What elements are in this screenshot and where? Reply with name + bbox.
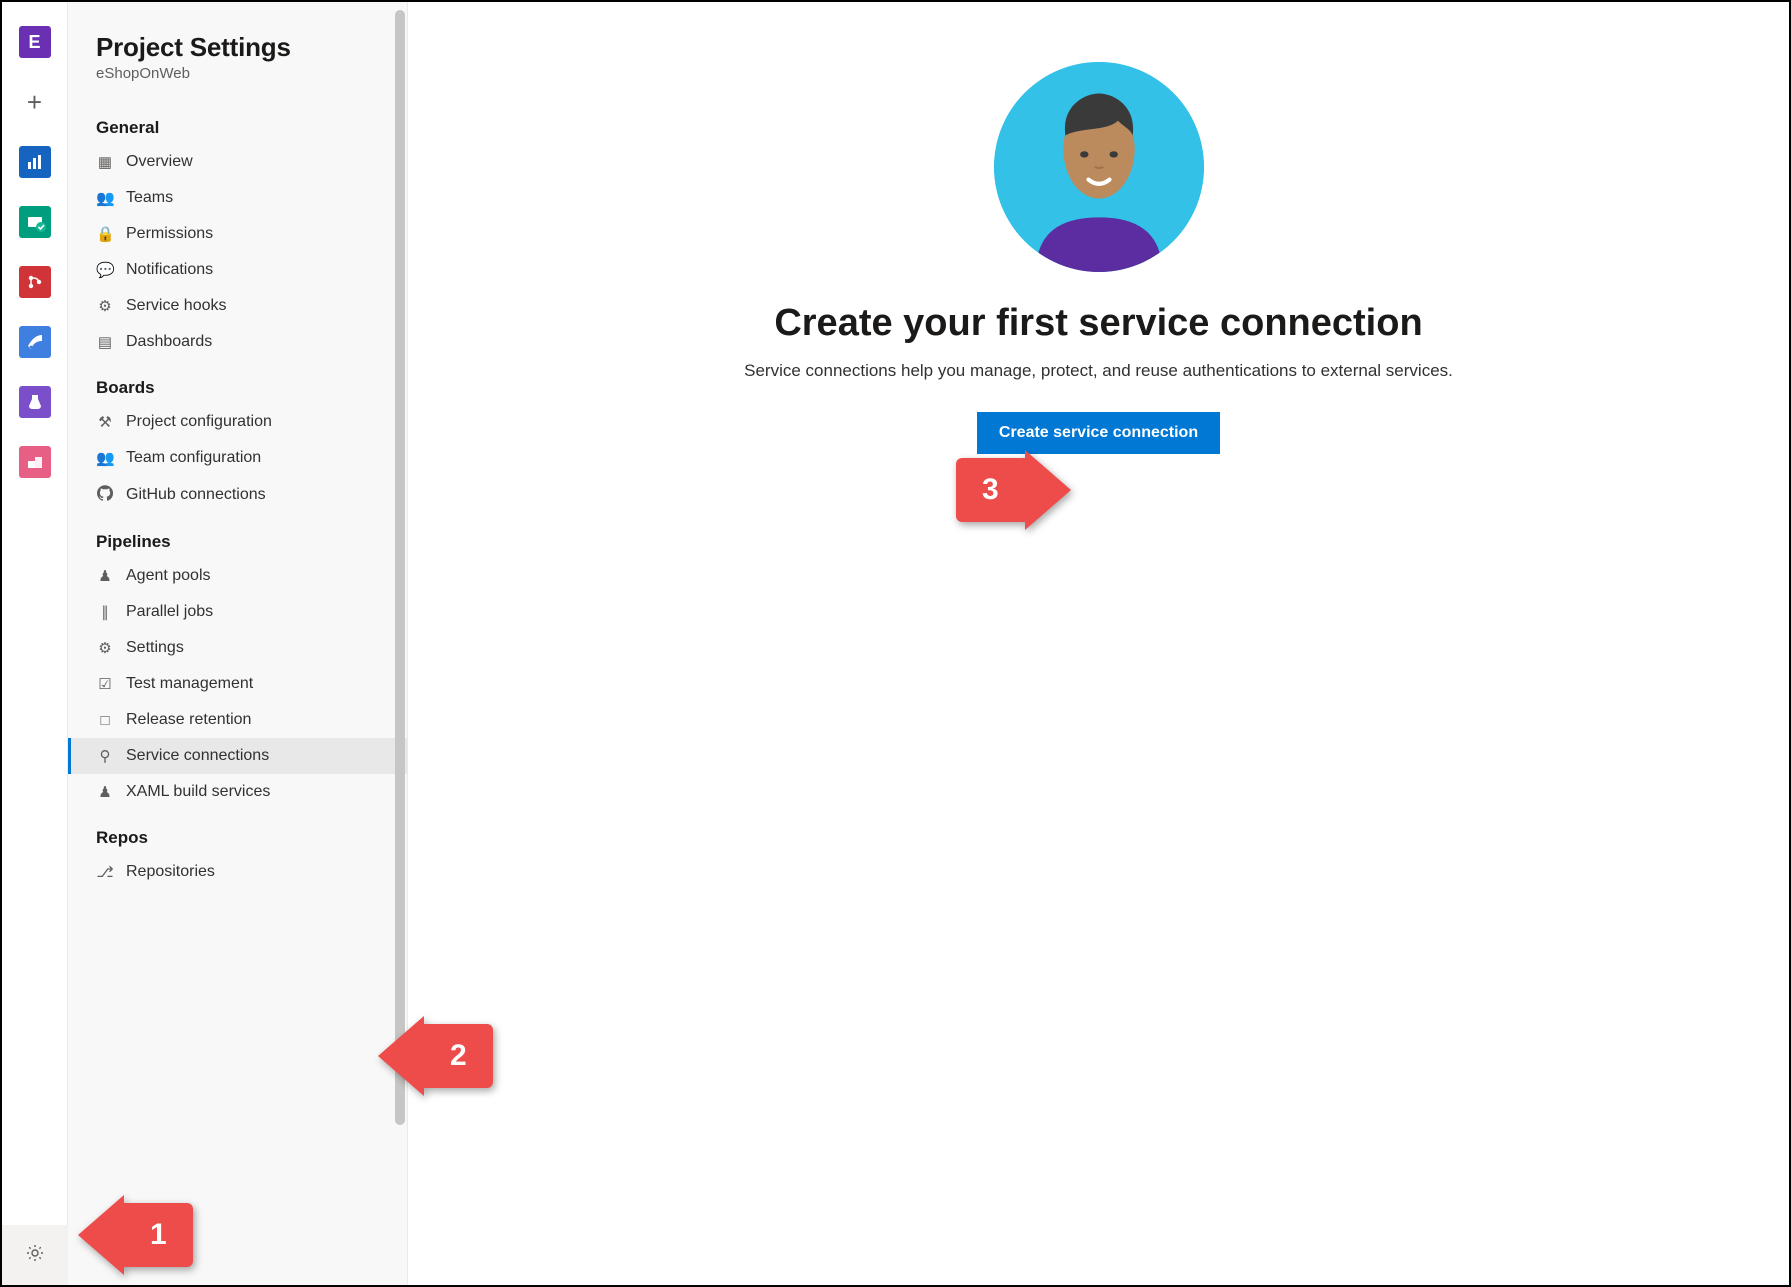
nav-label: Parallel jobs [126, 603, 213, 621]
callout-1-label: 1 [124, 1203, 193, 1267]
nav-teams[interactable]: 👥 Teams [68, 180, 407, 216]
settings-title: Project Settings [96, 32, 379, 63]
nav-permissions[interactable]: 🔒 Permissions [68, 216, 407, 252]
nav-label: Service connections [126, 747, 269, 765]
nav-label: Project configuration [126, 413, 272, 431]
main-content: Create your first service connection Ser… [408, 2, 1789, 1285]
dashboards-nav-icon: ▤ [96, 333, 114, 351]
nav-release-retention[interactable]: □ Release retention [68, 702, 407, 738]
section-repos: Repos [68, 810, 407, 854]
team-config-nav-icon: 👥 [96, 449, 114, 467]
callout-3: 3 [956, 450, 1071, 530]
permissions-nav-icon: 🔒 [96, 225, 114, 243]
nav-label: Settings [126, 639, 184, 657]
nav-label: Agent pools [126, 567, 211, 585]
nav-label: Overview [126, 153, 193, 171]
callout-1: 1 [78, 1195, 193, 1275]
github-nav-icon [96, 485, 114, 505]
pipelines-icon [19, 326, 51, 358]
nav-overview[interactable]: ▦ Overview [68, 144, 407, 180]
nav-notifications[interactable]: 💬 Notifications [68, 252, 407, 288]
nav-label: Release retention [126, 711, 251, 729]
nav-agent-pools[interactable]: ♟ Agent pools [68, 558, 407, 594]
nav-label: Permissions [126, 225, 213, 243]
rail-pipelines[interactable] [13, 320, 57, 364]
hero-title: Create your first service connection [774, 302, 1422, 345]
nav-parallel-jobs[interactable]: ∥ Parallel jobs [68, 594, 407, 630]
nav-service-hooks[interactable]: ⚙ Service hooks [68, 288, 407, 324]
section-general: General [68, 100, 407, 144]
service-hooks-nav-icon: ⚙ [96, 297, 114, 315]
nav-label: Service hooks [126, 297, 227, 315]
test-plans-icon [19, 386, 51, 418]
nav-label: GitHub connections [126, 486, 266, 504]
nav-service-connections[interactable]: ⚲ Service connections [68, 738, 407, 774]
nav-repositories[interactable]: ⎇ Repositories [68, 854, 407, 890]
nav-xaml-build-services[interactable]: ♟ XAML build services [68, 774, 407, 810]
artifacts-icon [19, 446, 51, 478]
rail-artifacts[interactable] [13, 440, 57, 484]
xaml-nav-icon: ♟ [96, 783, 114, 801]
nav-pipeline-settings[interactable]: ⚙ Settings [68, 630, 407, 666]
section-pipelines: Pipelines [68, 514, 407, 558]
callout-2-label: 2 [424, 1024, 493, 1088]
rail-overview[interactable] [13, 140, 57, 184]
repositories-nav-icon: ⎇ [96, 863, 114, 881]
pipeline-settings-nav-icon: ⚙ [96, 639, 114, 657]
rail-repos[interactable] [13, 260, 57, 304]
teams-nav-icon: 👥 [96, 189, 114, 207]
nav-test-management[interactable]: ☑ Test management [68, 666, 407, 702]
settings-subtitle: eShopOnWeb [96, 65, 379, 82]
repos-icon [19, 266, 51, 298]
nav-label: Teams [126, 189, 173, 207]
gear-icon [25, 1243, 45, 1268]
plus-icon: + [27, 87, 42, 118]
nav-team-configuration[interactable]: 👥 Team configuration [68, 440, 407, 476]
boards-icon [19, 206, 51, 238]
release-retention-nav-icon: □ [96, 712, 114, 729]
nav-label: Test management [126, 675, 253, 693]
nav-label: Notifications [126, 261, 213, 279]
nav-dashboards[interactable]: ▤ Dashboards [68, 324, 407, 360]
app-root: E + [2, 2, 1789, 1285]
callout-3-label: 3 [956, 458, 1025, 522]
parallel-jobs-nav-icon: ∥ [96, 603, 114, 621]
rail-add-button[interactable]: + [13, 80, 57, 124]
rail-project-settings[interactable] [2, 1225, 68, 1285]
nav-label: Team configuration [126, 449, 261, 467]
nav-github-connections[interactable]: GitHub connections [68, 476, 407, 514]
test-mgmt-nav-icon: ☑ [96, 675, 114, 693]
settings-panel: Project Settings eShopOnWeb General ▦ Ov… [68, 2, 408, 1285]
rail-boards[interactable] [13, 200, 57, 244]
overview-icon [19, 146, 51, 178]
nav-project-configuration[interactable]: ⚒ Project configuration [68, 404, 407, 440]
hero-description: Service connections help you manage, pro… [744, 359, 1453, 384]
arrow-left-icon [378, 1016, 424, 1096]
hero-avatar [994, 62, 1204, 272]
agent-pools-nav-icon: ♟ [96, 567, 114, 585]
project-initial-badge: E [19, 26, 51, 58]
rail-project-badge[interactable]: E [13, 20, 57, 64]
arrow-right-icon [1025, 450, 1071, 530]
settings-scroll[interactable]: Project Settings eShopOnWeb General ▦ Ov… [68, 2, 407, 1285]
section-boards: Boards [68, 360, 407, 404]
nav-label: XAML build services [126, 783, 270, 801]
arrow-left-icon [78, 1195, 124, 1275]
notifications-nav-icon: 💬 [96, 261, 114, 279]
settings-header: Project Settings eShopOnWeb [68, 32, 407, 100]
service-connections-nav-icon: ⚲ [96, 747, 114, 765]
nav-label: Dashboards [126, 333, 212, 351]
rail-test-plans[interactable] [13, 380, 57, 424]
scrollbar-thumb[interactable] [395, 10, 405, 1125]
project-config-nav-icon: ⚒ [96, 413, 114, 431]
left-rail: E + [2, 2, 68, 1285]
create-service-connection-button[interactable]: Create service connection [977, 412, 1220, 454]
overview-nav-icon: ▦ [96, 153, 114, 171]
callout-2: 2 [378, 1016, 493, 1096]
nav-label: Repositories [126, 863, 215, 881]
